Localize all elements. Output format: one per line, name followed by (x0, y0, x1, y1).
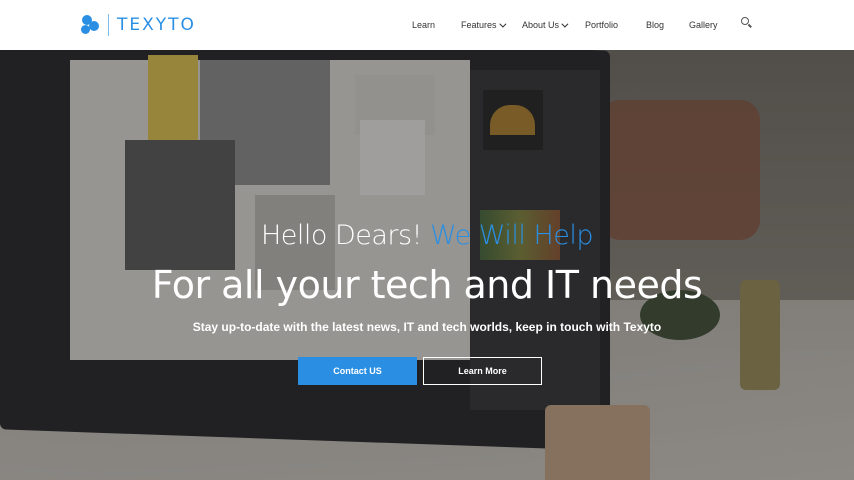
nav-item-label: Features (461, 20, 497, 30)
hero-headline: For all your tech and IT needs (151, 263, 703, 307)
nav-item-label: About Us (522, 20, 560, 30)
nav-item-label: Learn (412, 20, 436, 30)
hero-content: Hello Dears! We Will Help For all your t… (0, 50, 854, 480)
hero-subtitle: Stay up-to-date with the latest news, IT… (192, 320, 662, 334)
chevron-down-icon (498, 20, 506, 28)
nav-item-features[interactable]: Features (461, 0, 506, 50)
nav-item-portfolio[interactable]: Portfolio (585, 0, 618, 50)
brand-logo[interactable]: TEXYTO (80, 12, 196, 38)
nav-item-gallery[interactable]: Gallery (689, 0, 718, 50)
nav-item-label: Blog (646, 20, 665, 30)
logo-mark-icon (80, 14, 102, 36)
greeting-prefix: Hello Dears! (260, 220, 422, 251)
chevron-down-icon (561, 20, 569, 28)
hero-banner: Hello Dears! We Will Help For all your t… (0, 50, 854, 480)
logo-divider (108, 14, 109, 36)
nav-item-label: Gallery (689, 20, 718, 30)
brand-name: TEXYTO (117, 15, 196, 35)
contact-us-button[interactable]: Contact US (298, 357, 417, 385)
nav-item-label: Portfolio (585, 20, 619, 30)
nav-item-blog[interactable]: Blog (646, 0, 664, 50)
learn-more-button[interactable]: Learn More (423, 357, 542, 385)
top-navbar: TEXYTO Learn Features About Us Portfolio… (0, 0, 854, 50)
nav-item-about-us[interactable]: About Us (522, 0, 569, 50)
nav-item-learn[interactable]: Learn (412, 0, 435, 50)
hero-greeting: Hello Dears! We Will Help (0, 220, 854, 251)
greeting-accent: We Will Help (430, 220, 594, 251)
search-icon[interactable] (741, 17, 753, 29)
